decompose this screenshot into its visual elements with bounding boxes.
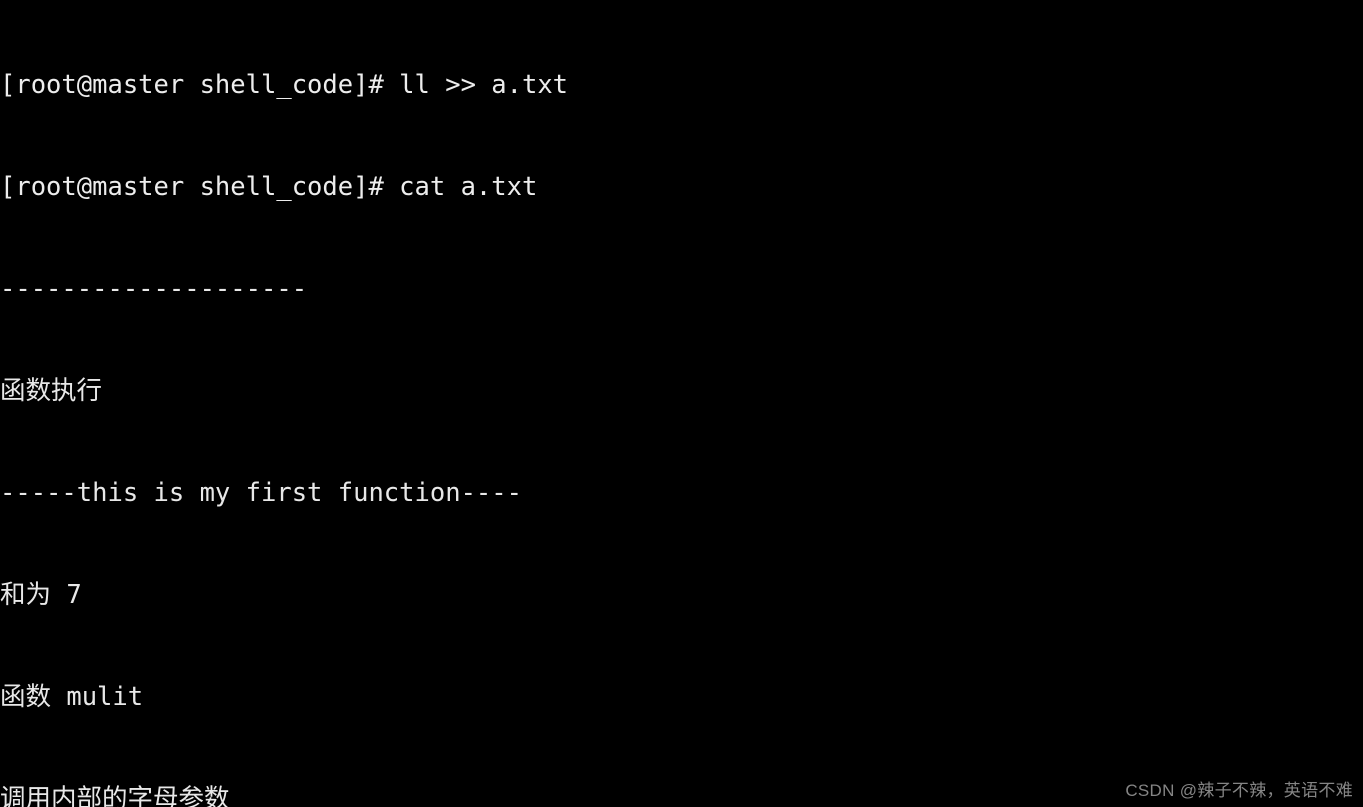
terminal-line: 函数执行 [0, 376, 103, 406]
terminal-line: 函数 mulit [0, 682, 144, 712]
csdn-watermark: CSDN @辣子不辣，英语不难 [1125, 781, 1353, 800]
terminal-line: [root@master shell_code]# ll >> a.txt [0, 70, 569, 100]
terminal-line: 和为 7 [0, 580, 82, 610]
terminal-line: -----this is my first function---- [0, 478, 522, 508]
terminal-output-area[interactable]: [root@master shell_code]# ll >> a.txt [r… [0, 0, 1363, 807]
terminal-line: -------------------- [0, 274, 308, 304]
terminal-line: [root@master shell_code]# cat a.txt [0, 172, 538, 202]
terminal-screen[interactable]: [root@master shell_code]# ll >> a.txt [r… [0, 0, 1363, 807]
